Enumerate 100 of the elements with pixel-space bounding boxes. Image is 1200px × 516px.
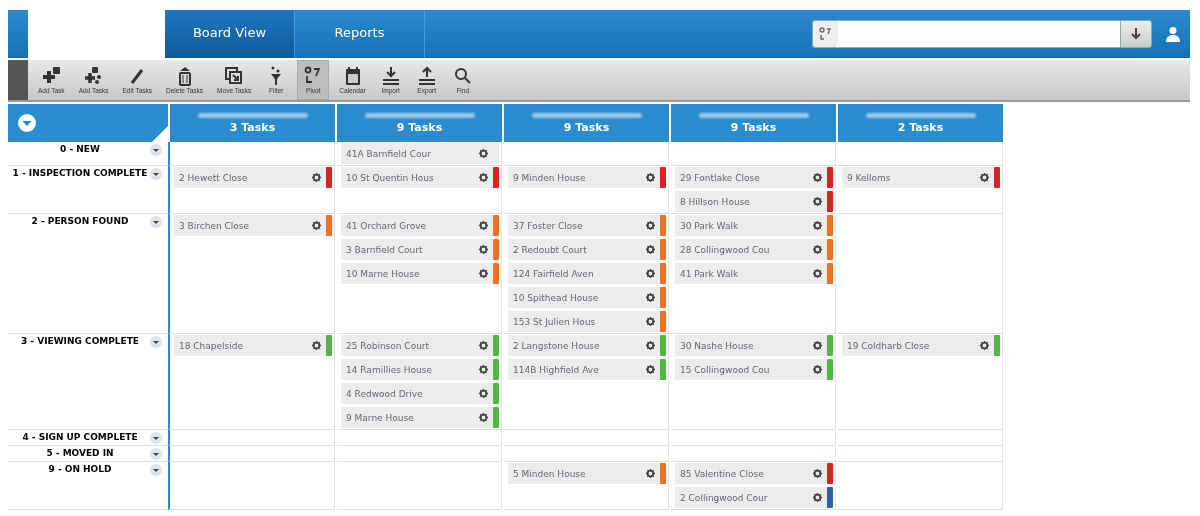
dropdown-icon[interactable] bbox=[17, 113, 37, 133]
tab[interactable]: Board View bbox=[165, 10, 295, 58]
task-title: 124 Fairfield Aven bbox=[513, 268, 595, 279]
task-title: 30 Nashe House bbox=[680, 340, 755, 351]
gear-icon[interactable] bbox=[813, 469, 822, 478]
task-card[interactable]: 85 Valentine Close bbox=[675, 463, 833, 484]
task-card[interactable]: 2 Collingwood Cour bbox=[675, 487, 833, 508]
task-card[interactable]: 15 Collingwood Cou bbox=[675, 359, 833, 380]
gear-icon[interactable] bbox=[479, 413, 488, 422]
task-card[interactable]: 19 Coldharb Close bbox=[842, 335, 1000, 356]
task-card[interactable]: 30 Park Walk bbox=[675, 215, 833, 236]
gear-icon[interactable] bbox=[479, 341, 488, 350]
gear-icon[interactable] bbox=[479, 365, 488, 374]
task-card[interactable]: 18 Chapelside bbox=[174, 335, 332, 356]
gear-icon[interactable] bbox=[479, 149, 488, 158]
gear-icon[interactable] bbox=[312, 341, 321, 350]
task-card[interactable]: 3 Barnfield Court bbox=[341, 239, 499, 260]
task-title: 15 Collingwood Cou bbox=[680, 364, 771, 375]
search-field[interactable] bbox=[837, 20, 1120, 48]
gear-icon[interactable] bbox=[479, 221, 488, 230]
gear-icon[interactable] bbox=[312, 221, 321, 230]
gear-icon[interactable] bbox=[646, 293, 655, 302]
gear-icon[interactable] bbox=[646, 317, 655, 326]
task-card[interactable]: 10 Spithead House bbox=[508, 287, 666, 308]
gear-icon[interactable] bbox=[813, 221, 822, 230]
task-card[interactable]: 10 St Quentin Hous bbox=[341, 167, 499, 188]
gear-icon[interactable] bbox=[813, 365, 822, 374]
task-card[interactable]: 9 Minden House bbox=[508, 167, 666, 188]
task-title: 5 Minden House bbox=[513, 468, 587, 479]
task-title: 9 Marne House bbox=[346, 412, 415, 423]
gear-icon[interactable] bbox=[646, 365, 655, 374]
task-card[interactable]: 9 Kelloms bbox=[842, 167, 1000, 188]
caret-icon[interactable] bbox=[150, 144, 162, 156]
task-card[interactable]: 2 Langstone House bbox=[508, 335, 666, 356]
gear-icon[interactable] bbox=[813, 245, 822, 254]
task-title: 2 Collingwood Cour bbox=[680, 492, 769, 503]
user-icon[interactable] bbox=[1166, 26, 1180, 42]
task-card[interactable]: 2 Redoubt Court bbox=[508, 239, 666, 260]
gear-icon[interactable] bbox=[813, 341, 822, 350]
task-card[interactable]: 41A Barnfield Cour bbox=[341, 143, 499, 164]
gear-icon[interactable] bbox=[813, 493, 822, 502]
caret-icon[interactable] bbox=[150, 336, 162, 348]
caret-icon[interactable] bbox=[150, 168, 162, 180]
caret-icon[interactable] bbox=[150, 464, 162, 476]
task-card[interactable]: 29 Fontlake Close bbox=[675, 167, 833, 188]
task-title: 30 Park Walk bbox=[680, 220, 740, 231]
caret-icon[interactable] bbox=[150, 216, 162, 228]
task-card[interactable]: 114B Highfield Ave bbox=[508, 359, 666, 380]
gear-icon[interactable] bbox=[813, 269, 822, 278]
task-card[interactable]: 25 Robinson Court bbox=[341, 335, 499, 356]
row-label: 9 - ON HOLD bbox=[47, 464, 113, 474]
task-card[interactable]: 4 Redwood Drive bbox=[341, 383, 499, 404]
gear-icon[interactable] bbox=[646, 221, 655, 230]
task-title: 18 Chapelside bbox=[179, 340, 244, 351]
gear-icon[interactable] bbox=[980, 341, 989, 350]
task-title: 10 Spithead House bbox=[513, 292, 600, 303]
task-card[interactable]: 9 Marne House bbox=[341, 407, 499, 428]
task-card[interactable]: 28 Collingwood Cou bbox=[675, 239, 833, 260]
gear-icon[interactable] bbox=[646, 469, 655, 478]
task-title: 14 Ramillies House bbox=[346, 364, 433, 375]
caret-icon[interactable] bbox=[150, 432, 162, 444]
task-card[interactable]: 41 Orchard Grove bbox=[341, 215, 499, 236]
download-button[interactable] bbox=[1120, 20, 1152, 48]
task-card[interactable]: 153 St Julien Hous bbox=[508, 311, 666, 332]
task-title: 28 Collingwood Cou bbox=[680, 244, 771, 255]
gear-icon[interactable] bbox=[646, 341, 655, 350]
gear-icon[interactable] bbox=[479, 269, 488, 278]
tab[interactable]: Reports bbox=[295, 10, 425, 58]
pivot-button[interactable] bbox=[812, 20, 837, 48]
gear-icon[interactable] bbox=[980, 173, 989, 182]
caret-icon[interactable] bbox=[150, 448, 162, 460]
gear-icon[interactable] bbox=[479, 245, 488, 254]
task-title: 2 Redoubt Court bbox=[513, 244, 588, 255]
task-card[interactable]: 10 Marne House bbox=[341, 263, 499, 284]
gear-icon[interactable] bbox=[813, 197, 822, 206]
row-label: 2 - PERSON FOUND bbox=[30, 216, 130, 226]
gear-icon[interactable] bbox=[646, 173, 655, 182]
task-card[interactable]: 2 Hewett Close bbox=[174, 167, 332, 188]
gear-icon[interactable] bbox=[479, 389, 488, 398]
add-icon bbox=[40, 66, 63, 86]
task-count: 3 Tasks bbox=[229, 120, 276, 134]
task-card[interactable]: 41 Park Walk bbox=[675, 263, 833, 284]
gear-icon[interactable] bbox=[813, 173, 822, 182]
row-label: 4 - SIGN UP COMPLETE bbox=[21, 432, 139, 442]
task-card[interactable]: 3 Birchen Close bbox=[174, 215, 332, 236]
gear-icon[interactable] bbox=[646, 269, 655, 278]
task-card[interactable]: 14 Ramillies House bbox=[341, 359, 499, 380]
gear-icon[interactable] bbox=[646, 245, 655, 254]
task-title: 25 Robinson Court bbox=[346, 340, 431, 351]
task-title: 9 Kelloms bbox=[847, 172, 892, 183]
task-card[interactable]: 8 Hillson House bbox=[675, 191, 833, 212]
task-title: 29 Fontlake Close bbox=[680, 172, 761, 183]
task-title: 114B Highfield Ave bbox=[513, 364, 600, 375]
gear-icon[interactable] bbox=[312, 173, 321, 182]
task-card[interactable]: 5 Minden House bbox=[508, 463, 666, 484]
task-card[interactable]: 124 Fairfield Aven bbox=[508, 263, 666, 284]
task-card[interactable]: 30 Nashe House bbox=[675, 335, 833, 356]
gear-icon[interactable] bbox=[479, 173, 488, 182]
task-title: 41 Park Walk bbox=[680, 268, 740, 279]
task-card[interactable]: 37 Foster Close bbox=[508, 215, 666, 236]
